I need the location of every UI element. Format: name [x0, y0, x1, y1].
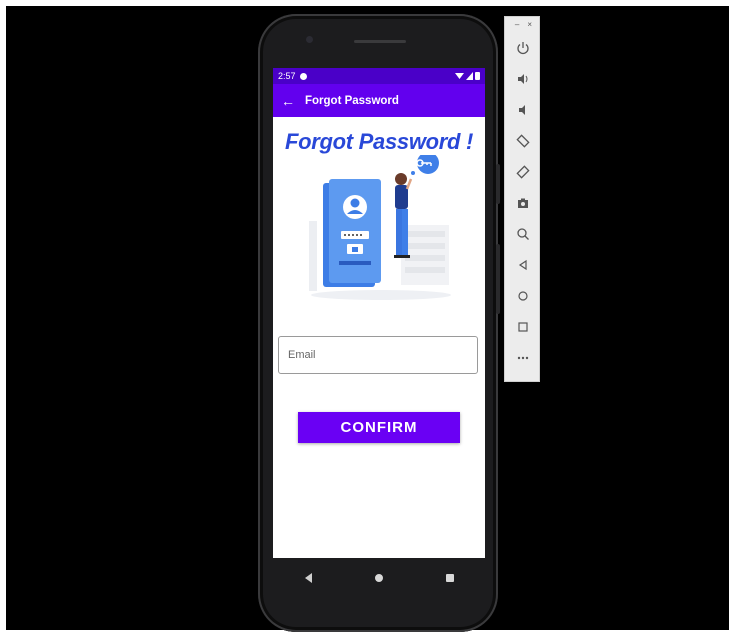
nav-overview-icon[interactable] — [445, 574, 454, 582]
status-bar: 2:57 — [273, 68, 485, 84]
nav-home-icon[interactable] — [374, 574, 383, 582]
zoom-icon[interactable] — [505, 218, 541, 249]
phone-frame: 2:57 ← Forgot Password Forgot Password ! — [258, 14, 500, 632]
volume-down-icon[interactable] — [505, 94, 541, 125]
overview-icon[interactable] — [505, 311, 541, 342]
camera-icon[interactable] — [505, 187, 541, 218]
app-bar-title: Forgot Password — [305, 94, 399, 107]
back-arrow-icon[interactable]: ← — [281, 93, 305, 109]
notification-icon — [299, 72, 307, 80]
power-icon[interactable] — [505, 32, 541, 63]
more-icon[interactable] — [505, 342, 541, 373]
rotate-left-icon[interactable] — [505, 125, 541, 156]
signal-icon — [466, 72, 473, 80]
volume-up-icon[interactable] — [505, 63, 541, 94]
battery-icon — [475, 72, 480, 80]
app-screen: 2:57 ← Forgot Password Forgot Password ! — [273, 68, 485, 558]
email-input[interactable] — [278, 336, 478, 374]
confirm-button[interactable]: CONFIRM — [298, 412, 460, 443]
front-camera — [306, 36, 313, 43]
page-title: Forgot Password ! — [284, 129, 474, 154]
back-icon[interactable] — [505, 249, 541, 280]
status-time: 2:57 — [278, 71, 296, 81]
close-icon[interactable]: × — [527, 20, 532, 32]
nav-back-icon[interactable] — [304, 573, 312, 583]
phone-volume-key — [496, 244, 500, 314]
home-icon[interactable] — [505, 280, 541, 311]
app-bar: ← Forgot Password — [273, 84, 485, 117]
minimize-icon[interactable]: – — [515, 20, 519, 32]
window-controls: – × — [505, 17, 539, 32]
system-navigation-bar — [273, 558, 485, 598]
earpiece-speaker — [354, 40, 406, 43]
phone-power-key — [496, 164, 500, 204]
emulator-toolbar: – × — [504, 16, 540, 382]
forgot-password-illustration — [273, 152, 485, 305]
rotate-right-icon[interactable] — [505, 156, 541, 187]
wifi-icon — [455, 73, 464, 79]
